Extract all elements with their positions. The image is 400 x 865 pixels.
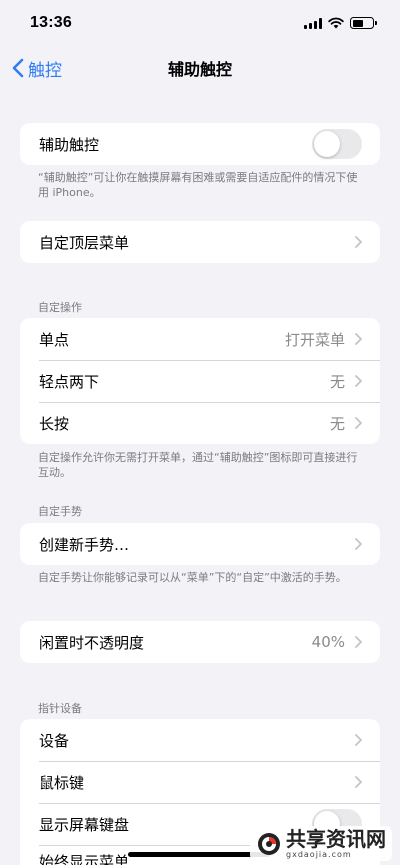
nav-bar: 触控 辅助触控 [0, 50, 400, 86]
watermark-title: 共享资讯网 [286, 827, 386, 851]
back-button[interactable]: 触控 [12, 54, 62, 82]
idle-opacity-value: 40% [311, 633, 345, 651]
idle-opacity-group: 闲置时不透明度 40% [20, 621, 380, 663]
idle-opacity-row[interactable]: 闲置时不透明度 40% [20, 621, 380, 663]
cellular-signal-icon [304, 17, 322, 29]
watermark-logo-icon [258, 832, 280, 855]
custom-actions-header: 自定操作 [38, 301, 82, 314]
watermark: 共享资讯网 gxdaojia.com [250, 826, 392, 861]
long-press-label: 长按 [39, 414, 70, 433]
idle-opacity-label: 闲置时不透明度 [39, 633, 145, 652]
assistive-touch-label: 辅助触控 [39, 135, 100, 154]
chevron-right-icon [355, 333, 362, 345]
chevron-right-icon [355, 776, 362, 788]
customize-top-menu-label: 自定顶层菜单 [39, 233, 130, 252]
chevron-right-icon [355, 734, 362, 746]
chevron-right-icon [355, 538, 362, 550]
toggle-knob [314, 131, 340, 157]
assistive-touch-group: 辅助触控 [20, 123, 380, 165]
chevron-right-icon [355, 417, 362, 429]
devices-row[interactable]: 设备 [20, 719, 380, 761]
custom-gestures-note: 自定手势让你能够记录可以从“菜单”下的“自定”中激活的手势。 [38, 571, 347, 584]
double-tap-value: 无 [329, 372, 345, 391]
mouse-keys-row[interactable]: 鼠标键 [20, 761, 380, 803]
status-bar: 13:36 [0, 0, 400, 46]
custom-actions-group: 单点 打开菜单 轻点两下 无 长按 无 [20, 318, 380, 444]
top-menu-group: 自定顶层菜单 [20, 221, 380, 263]
assistive-touch-row: 辅助触控 [20, 123, 380, 165]
create-gesture-label: 创建新手势… [39, 535, 130, 554]
long-press-row[interactable]: 长按 无 [20, 402, 380, 444]
double-tap-row[interactable]: 轻点两下 无 [20, 360, 380, 402]
status-icons [304, 17, 377, 29]
chevron-right-icon [355, 375, 362, 387]
chevron-right-icon [355, 636, 362, 648]
single-tap-value: 打开菜单 [284, 330, 345, 349]
customize-top-menu-row[interactable]: 自定顶层菜单 [20, 221, 380, 263]
devices-label: 设备 [39, 731, 70, 750]
chevron-left-icon [12, 58, 24, 78]
single-tap-label: 单点 [39, 330, 70, 349]
onscreen-keyboard-label: 显示屏幕键盘 [39, 815, 130, 834]
double-tap-label: 轻点两下 [39, 372, 100, 391]
custom-gestures-header: 自定手势 [38, 505, 82, 518]
assistive-touch-note: “辅助触控”可让你在触摸屏幕有困难或需要自适应配件的情况下使用 iPhone。 [38, 171, 358, 199]
watermark-subtitle: gxdaojia.com [286, 850, 352, 859]
battery-icon [350, 17, 377, 29]
battery-level [352, 19, 363, 27]
mouse-keys-label: 鼠标键 [39, 773, 85, 792]
custom-gestures-group: 创建新手势… [20, 523, 380, 565]
home-indicator[interactable] [128, 852, 270, 857]
back-button-label: 触控 [28, 60, 62, 81]
single-tap-row[interactable]: 单点 打开菜单 [20, 318, 380, 360]
always-show-menu-label: 始终显示菜单 [39, 853, 130, 865]
chevron-right-icon [355, 236, 362, 248]
create-gesture-row[interactable]: 创建新手势… [20, 523, 380, 565]
wifi-icon [328, 17, 344, 29]
status-time: 13:36 [30, 14, 72, 31]
page-title: 辅助触控 [167, 60, 232, 79]
pointer-devices-header: 指针设备 [38, 702, 82, 715]
assistive-touch-toggle[interactable] [312, 129, 362, 159]
custom-actions-note: 自定操作允许你无需打开菜单，通过“辅助触控”图标即可直接进行互动。 [38, 451, 358, 479]
long-press-value: 无 [329, 414, 345, 433]
